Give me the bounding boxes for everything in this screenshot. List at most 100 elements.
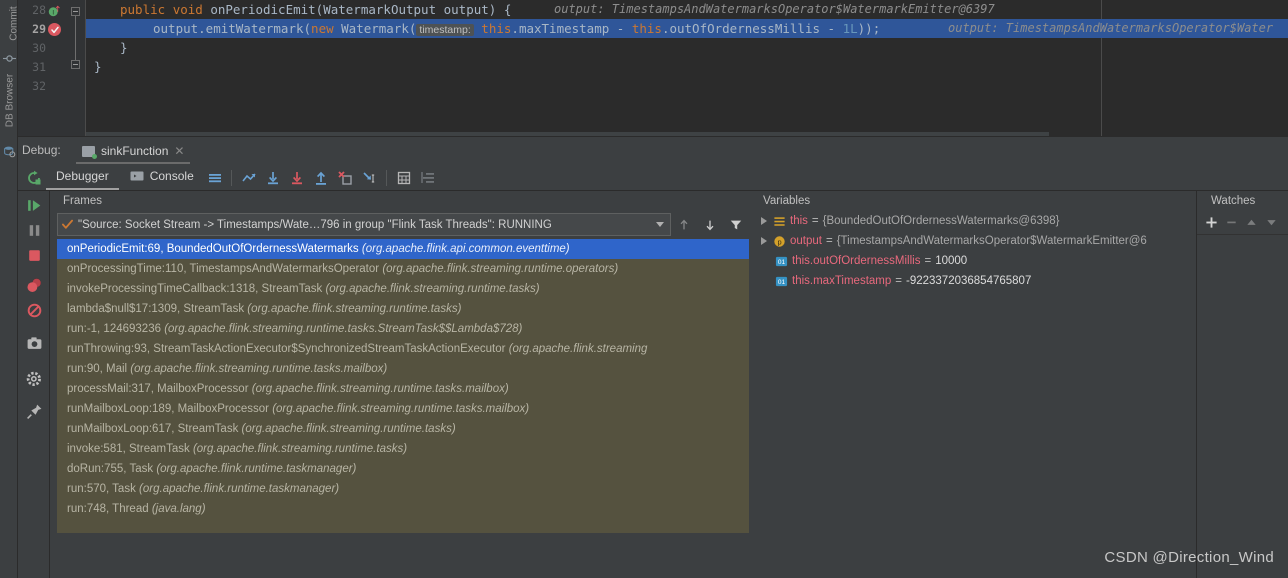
chevron-right-icon[interactable] <box>761 217 767 225</box>
method-override-icon[interactable]: I <box>48 5 60 17</box>
frame-package: (org.apache.flink.streaming.runtime.task… <box>192 443 408 455</box>
variable-row-outOfOrdernessMillis[interactable]: 01 this.outOfOrdernessMillis = 10000 <box>755 251 1196 271</box>
pause-program-icon[interactable] <box>26 222 43 239</box>
editor-fold-rail[interactable] <box>68 0 86 136</box>
variable-equals: = <box>825 235 833 247</box>
add-watch-icon[interactable] <box>1203 214 1220 231</box>
variable-row-maxTimestamp[interactable]: 01 this.maxTimestamp = -9223372036854765… <box>755 271 1196 291</box>
keyword-void: void <box>172 2 203 17</box>
frame-row-4[interactable]: run:-1, 124693236 (org.apache.flink.stre… <box>57 319 749 339</box>
fold-region-line <box>75 16 76 61</box>
variable-row-output[interactable]: p output = {TimestampsAndWatermarksOpera… <box>755 231 1196 251</box>
resume-program-icon[interactable] <box>26 197 43 214</box>
frame-row-2[interactable]: invokeProcessingTimeCallback:1318, Strea… <box>57 279 749 299</box>
frame-row-9[interactable]: runMailboxLoop:617, StreamTask (org.apac… <box>57 419 749 439</box>
stop-icon[interactable] <box>26 247 43 264</box>
frame-package: (org.apache.flink.streaming.runtime.task… <box>130 363 388 375</box>
step-over-icon[interactable] <box>261 170 285 186</box>
code-content[interactable]: public void onPeriodicEmit(WatermarkOutp… <box>86 0 1288 136</box>
frame-package: (org.apache.flink.streaming.runtime.task… <box>164 323 523 335</box>
frame-row-8[interactable]: runMailboxLoop:189, MailboxProcessor (or… <box>57 399 749 419</box>
editor-gutter[interactable]: 28 29 30 31 32 I <box>18 0 68 136</box>
left-rail-label-db-browser[interactable]: DB Browser <box>5 63 16 139</box>
chevron-right-icon[interactable] <box>761 237 767 245</box>
frame-row-13[interactable]: run:748, Thread (java.lang) <box>57 499 749 519</box>
variable-name: this.outOfOrdernessMillis <box>792 255 921 267</box>
frame-row-12[interactable]: run:570, Task (org.apache.flink.runtime.… <box>57 479 749 499</box>
force-step-into-icon[interactable] <box>333 170 357 186</box>
db-browser-icon <box>4 146 16 158</box>
view-breakpoints-icon[interactable] <box>26 277 43 294</box>
tab-console-label: Console <box>149 168 194 183</box>
close-icon[interactable]: ✕ <box>174 144 184 158</box>
frame-row-3[interactable]: lambda$null$17:1309, StreamTask (org.apa… <box>57 299 749 319</box>
run-to-cursor-icon[interactable] <box>357 170 381 186</box>
rerun-icon[interactable] <box>22 166 46 190</box>
move-watch-down-icon[interactable] <box>1263 214 1280 231</box>
step-into-icon[interactable] <box>285 170 309 186</box>
parameter-value-icon: p <box>774 235 785 247</box>
run-configuration-name: sinkFunction <box>101 144 169 158</box>
inline-hint-line-28: output: TimestampsAndWatermarksOperator$… <box>554 2 995 16</box>
variable-value: -9223372036854765807 <box>905 275 1032 287</box>
svg-text:01: 01 <box>778 278 786 285</box>
code-29-part6: )); <box>857 21 881 36</box>
run-configuration-tab[interactable]: sinkFunction ✕ <box>76 140 191 164</box>
filter-icon[interactable] <box>723 213 749 236</box>
pin-tab-icon[interactable] <box>26 403 43 420</box>
fold-marker-28[interactable] <box>71 7 80 16</box>
thread-selector[interactable]: "Source: Socket Stream -> Timestamps/Wat… <box>57 213 671 236</box>
code-line-29: output.emitWatermark(new Watermark(times… <box>153 19 880 40</box>
svg-text:p: p <box>777 237 781 246</box>
frame-method: processMail:317, MailboxProcessor <box>67 383 249 395</box>
settings-gear-icon[interactable] <box>26 371 43 388</box>
line-number-29: 29 <box>32 22 46 36</box>
step-out-icon[interactable] <box>309 170 333 186</box>
tab-console[interactable]: Console <box>119 164 204 192</box>
watches-panel-title: Watches <box>1197 191 1288 211</box>
remove-watch-icon[interactable] <box>1223 214 1240 231</box>
keyword-this-2: this <box>631 21 662 36</box>
tab-debugger[interactable]: Debugger <box>46 165 119 190</box>
frame-package: (org.apache.flink.runtime.taskmanager) <box>139 483 340 495</box>
fold-marker-30[interactable] <box>71 60 80 69</box>
frame-method: run:570, Task <box>67 483 136 495</box>
code-29-part2: Watermark( <box>333 21 417 36</box>
frame-row-5[interactable]: runThrowing:93, StreamTaskActionExecutor… <box>57 339 749 359</box>
chevron-down-icon[interactable] <box>656 222 664 227</box>
move-watch-up-icon[interactable] <box>1243 214 1260 231</box>
frame-row-6[interactable]: run:90, Mail (org.apache.flink.streaming… <box>57 359 749 379</box>
frame-row-10[interactable]: invoke:581, StreamTask (org.apache.flink… <box>57 439 749 459</box>
breakpoint-verified-icon[interactable] <box>48 23 61 36</box>
frame-method: onPeriodicEmit:69, BoundedOutOfOrderness… <box>67 243 359 255</box>
frame-package: (org.apache.flink.api.common.eventtime) <box>361 243 570 255</box>
primitive-field-icon: 01 <box>775 276 788 286</box>
frame-row-11[interactable]: doRun:755, Task (org.apache.flink.runtim… <box>57 459 749 479</box>
frame-row-0[interactable]: onPeriodicEmit:69, BoundedOutOfOrderness… <box>57 239 749 259</box>
variable-row-this[interactable]: this = {BoundedOutOfOrdernessWatermarks@… <box>755 211 1196 231</box>
move-up-icon[interactable] <box>671 213 697 236</box>
debug-tool-window: Debug: sinkFunction ✕ Debugger Console F… <box>18 136 1288 578</box>
variables-panel-title: Variables <box>755 191 1196 211</box>
screenshot-icon[interactable] <box>26 335 43 352</box>
mute-breakpoints-icon[interactable] <box>26 302 43 319</box>
frame-package: (org.apache.flink.streaming.runtime.oper… <box>382 263 619 275</box>
mute-breakpoints-icon[interactable] <box>416 170 440 186</box>
move-down-icon[interactable] <box>697 213 723 236</box>
frame-row-1[interactable]: onProcessingTime:110, TimestampsAndWater… <box>57 259 749 279</box>
debug-window-label: Debug: <box>22 143 61 157</box>
primitive-field-icon: 01 <box>775 256 788 266</box>
evaluate-expression-icon[interactable] <box>392 170 416 186</box>
thread-running-check-icon <box>62 219 73 229</box>
keyword-new: new <box>311 21 334 36</box>
code-editor[interactable]: 28 29 30 31 32 I public void onPeriodicE… <box>18 0 1288 136</box>
variables-list[interactable]: this = {BoundedOutOfOrdernessWatermarks@… <box>755 211 1196 578</box>
layout-settings-icon[interactable] <box>204 170 226 186</box>
show-execution-point-icon[interactable] <box>237 170 261 186</box>
frame-method: invokeProcessingTimeCallback:1318, Strea… <box>67 283 323 295</box>
debug-window-header: Debug: sinkFunction ✕ <box>18 137 1288 165</box>
variable-equals: = <box>811 215 819 227</box>
frame-row-7[interactable]: processMail:317, MailboxProcessor (org.a… <box>57 379 749 399</box>
frames-list[interactable]: onPeriodicEmit:69, BoundedOutOfOrderness… <box>57 239 749 533</box>
console-icon <box>130 171 144 180</box>
